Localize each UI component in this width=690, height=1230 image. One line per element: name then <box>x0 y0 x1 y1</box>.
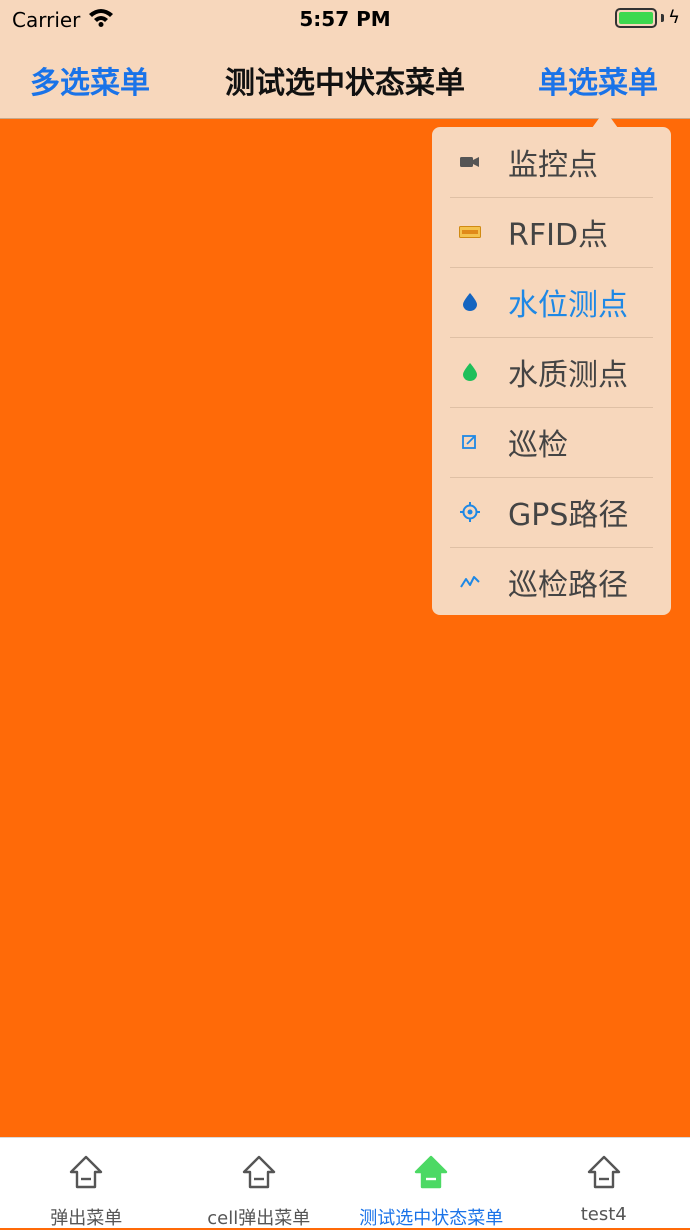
water-drop-green-icon <box>432 363 508 381</box>
menu-item-label: 水位测点 <box>508 280 628 324</box>
house-icon <box>518 1154 690 1190</box>
menu-item-label: 巡检 <box>508 420 568 464</box>
tab-cell-popup-menu[interactable]: cell弹出菜单 <box>173 1138 346 1228</box>
video-camera-icon <box>432 155 508 169</box>
tab-test4[interactable]: test4 <box>518 1138 690 1228</box>
charging-icon: ϟ <box>668 7 680 28</box>
menu-item-monitor-point[interactable]: 监控点 <box>432 127 671 197</box>
tab-label: 弹出菜单 <box>0 1204 173 1230</box>
house-icon <box>345 1154 518 1190</box>
tab-bar: 弹出菜单 cell弹出菜单 测试选中状态菜单 test4 <box>0 1137 690 1228</box>
battery-icon <box>615 8 657 28</box>
menu-item-label: 巡检路径 <box>508 560 628 604</box>
gps-crosshair-icon <box>432 502 508 522</box>
water-drop-blue-icon <box>432 293 508 311</box>
tab-label: cell弹出菜单 <box>173 1204 346 1230</box>
rfid-tag-icon <box>432 226 508 238</box>
menu-item-label: 监控点 <box>508 140 598 184</box>
tab-label: test4 <box>518 1204 690 1225</box>
menu-item-rfid-point[interactable]: RFID点 <box>432 197 671 267</box>
route-line-icon <box>432 574 508 590</box>
single-select-menu-button[interactable]: 单选菜单 <box>538 58 658 102</box>
battery-indicator: ϟ <box>615 7 680 28</box>
tab-popup-menu[interactable]: 弹出菜单 <box>0 1138 173 1228</box>
clock: 5:57 PM <box>0 7 690 31</box>
top-bar: Carrier 5:57 PM ϟ 多选菜单 测试选中状态菜单 单选菜单 <box>0 0 690 119</box>
menu-item-label: RFID点 <box>508 210 608 254</box>
tab-label: 测试选中状态菜单 <box>345 1204 518 1230</box>
dropdown-arrow <box>592 110 618 128</box>
dropdown-menu: 监控点 RFID点 水位测点 水质测点 <box>432 127 671 615</box>
menu-item-inspection-path[interactable]: 巡检路径 <box>432 547 671 617</box>
edit-square-icon <box>432 434 508 450</box>
house-icon <box>173 1154 346 1190</box>
menu-item-gps-path[interactable]: GPS路径 <box>432 477 671 547</box>
navigation-bar: 多选菜单 测试选中状态菜单 单选菜单 <box>0 38 690 118</box>
menu-item-inspection[interactable]: 巡检 <box>432 407 671 477</box>
menu-item-label: 水质测点 <box>508 350 628 394</box>
menu-item-water-level-point[interactable]: 水位测点 <box>432 267 671 337</box>
house-icon <box>0 1154 173 1190</box>
tab-selected-state-menu[interactable]: 测试选中状态菜单 <box>345 1138 518 1228</box>
menu-item-label: GPS路径 <box>508 490 628 534</box>
status-bar: Carrier 5:57 PM ϟ <box>0 0 690 38</box>
menu-item-water-quality-point[interactable]: 水质测点 <box>432 337 671 407</box>
